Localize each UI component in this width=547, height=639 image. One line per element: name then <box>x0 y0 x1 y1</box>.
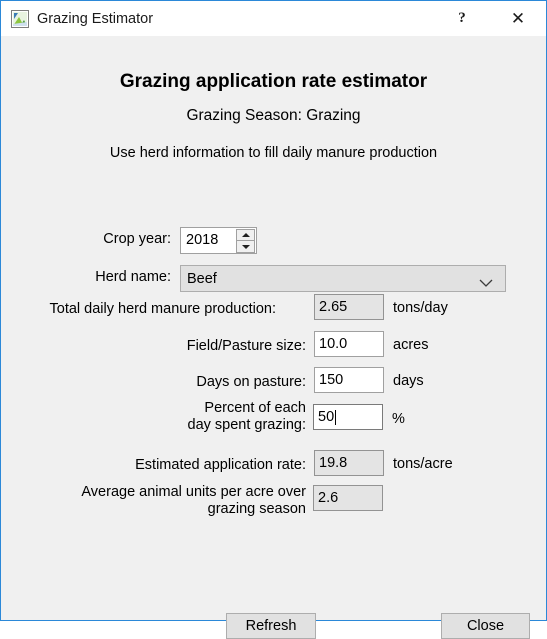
average-animal-units-field: 2.6 <box>313 485 383 511</box>
average-animal-units-label: Average animal units per acre over grazin… <box>81 484 306 517</box>
percent-day-grazing-value: 50 <box>318 409 335 425</box>
estimated-application-rate-field: 19.8 <box>314 450 384 476</box>
total-daily-manure-value: 2.65 <box>319 299 348 315</box>
crop-year-label: Crop year: <box>103 231 171 247</box>
crop-year-spin-buttons <box>236 229 255 254</box>
total-daily-manure-unit: tons/day <box>393 300 448 316</box>
app-document-icon <box>11 10 29 28</box>
page-title: Grazing application rate estimator <box>119 71 428 92</box>
field-pasture-size-value: 10.0 <box>319 336 348 352</box>
crop-year-value: 2018 <box>186 232 219 248</box>
estimated-application-rate-unit: tons/acre <box>393 456 453 472</box>
window-close-button[interactable]: ✕ <box>495 1 541 36</box>
field-pasture-size-input[interactable]: 10.0 <box>314 331 384 357</box>
estimated-application-rate-value: 19.8 <box>319 455 348 471</box>
herd-name-label: Herd name: <box>95 269 171 285</box>
herd-name-value: Beef <box>187 270 217 287</box>
dialog-client-area: Grazing application rate estimator Grazi… <box>1 36 546 639</box>
days-on-pasture-input[interactable]: 150 <box>314 367 384 393</box>
chevron-down-icon <box>479 275 493 293</box>
refresh-button[interactable]: Refresh <box>226 613 316 639</box>
grazing-season-label: Grazing Season: Grazing <box>186 107 361 124</box>
percent-day-grazing-input[interactable]: 50 <box>313 404 383 430</box>
average-animal-units-value: 2.6 <box>318 490 339 506</box>
help-icon: ? <box>458 10 466 26</box>
percent-day-grazing-unit: % <box>392 411 405 427</box>
title-bar: Grazing Estimator ? ✕ <box>1 1 546 36</box>
estimated-application-rate-label: Estimated application rate: <box>135 457 306 473</box>
text-caret <box>335 409 337 425</box>
days-on-pasture-label: Days on pasture: <box>196 374 306 390</box>
total-daily-manure-label: Total daily herd manure production: <box>49 301 277 317</box>
instruction-text: Use herd information to fill daily manur… <box>109 145 438 161</box>
crop-year-increment-button[interactable] <box>236 229 255 241</box>
close-button[interactable]: Close <box>441 613 530 639</box>
grazing-estimator-window: Grazing Estimator ? ✕ Grazing applicatio… <box>0 0 547 639</box>
triangle-up-icon <box>241 233 250 237</box>
total-daily-manure-field: 2.65 <box>314 294 384 320</box>
triangle-down-icon <box>241 244 250 249</box>
field-pasture-size-label: Field/Pasture size: <box>186 338 306 354</box>
crop-year-stepper[interactable]: 2018 <box>180 227 257 254</box>
crop-year-decrement-button[interactable] <box>236 241 255 253</box>
window-title: Grazing Estimator <box>37 11 154 27</box>
percent-day-grazing-label: Percent of each day spent grazing: <box>187 400 307 433</box>
help-button[interactable]: ? <box>439 1 485 36</box>
days-on-pasture-unit: days <box>393 373 424 389</box>
close-icon: ✕ <box>510 8 526 28</box>
herd-name-select[interactable]: Beef <box>180 265 506 292</box>
days-on-pasture-value: 150 <box>319 372 344 388</box>
field-pasture-size-unit: acres <box>393 337 429 353</box>
